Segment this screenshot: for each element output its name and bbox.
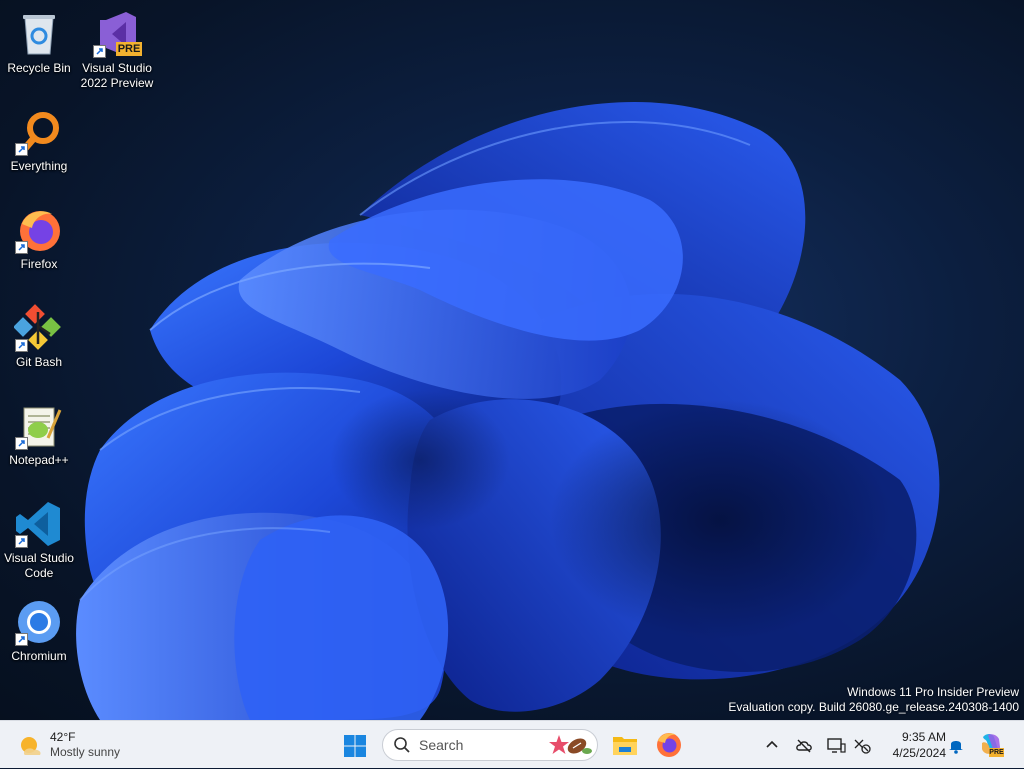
desktop-icon-chromium[interactable]: Chromium [1, 592, 77, 682]
desktop-icon-vscode[interactable]: Visual Studio Code [1, 494, 77, 584]
desktop-icon-recycle-bin[interactable]: Recycle Bin [1, 4, 77, 94]
evaluation-watermark: Windows 11 Pro Insider Preview Evaluatio… [728, 685, 1019, 715]
desktop-icon-git-bash[interactable]: Git Bash [1, 298, 77, 388]
chromium-icon [14, 598, 64, 646]
taskbar-app-file-explorer[interactable] [610, 730, 640, 760]
desktop-icon-visual-studio-preview[interactable]: PRE Visual Studio 2022 Preview [79, 4, 155, 94]
desktop-icon-label: Git Bash [15, 355, 63, 369]
start-button[interactable] [340, 731, 370, 761]
desktop-icon-notepad-plus-plus[interactable]: Notepad++ [1, 396, 77, 486]
desktop-icon-label: Visual Studio 2022 Preview [80, 61, 154, 90]
desktop[interactable]: Recycle Bin PRE Visual Studio 2022 Previ… [0, 0, 1024, 720]
preview-badge: PRE [116, 42, 142, 56]
git-bash-icon [13, 304, 64, 352]
notification-bell-icon[interactable] [946, 735, 966, 755]
shortcut-arrow-icon [15, 633, 28, 646]
recycle-bin-icon [14, 10, 64, 58]
desktop-icon-label: Notepad++ [9, 453, 69, 467]
search-highlight-icon [547, 732, 593, 758]
desktop-icon-label: Everything [10, 159, 68, 173]
clock[interactable]: 9:35 AM 4/25/2024 [880, 729, 946, 761]
search-icon [393, 736, 411, 754]
everything-search-icon [14, 108, 64, 156]
windows-start-icon [344, 735, 366, 757]
network-disconnected-icon[interactable] [852, 735, 872, 755]
desktop-icon-firefox[interactable]: Firefox [1, 200, 77, 290]
shortcut-arrow-icon [15, 241, 28, 254]
desktop-icon-label: Chromium [11, 649, 67, 663]
search-placeholder: Search [419, 737, 464, 753]
watermark-edition: Windows 11 Pro Insider Preview [847, 685, 1019, 699]
chevron-up-icon[interactable] [762, 735, 782, 755]
watermark-build: Evaluation copy. Build 26080.ge_release.… [728, 700, 1019, 714]
display-icon[interactable] [826, 735, 846, 755]
clock-date: 4/25/2024 [892, 746, 946, 760]
taskbar: 42°F Mostly sunny Search PRE 9:35 AM 4/2… [0, 720, 1024, 768]
weather-condition: Mostly sunny [50, 745, 121, 759]
onedrive-offline-icon[interactable] [794, 735, 814, 755]
desktop-icon-label: Firefox [20, 257, 58, 271]
firefox-icon [14, 206, 64, 254]
wallpaper-bloom [76, 101, 940, 720]
desktop-icon-everything[interactable]: Everything [1, 102, 77, 192]
firefox-icon [657, 733, 681, 757]
copilot-icon[interactable]: PRE [978, 731, 1004, 759]
copilot-preview-badge: PRE [989, 748, 1004, 757]
sun-cloud-icon [16, 731, 44, 759]
taskbar-app-firefox[interactable] [654, 730, 684, 760]
shortcut-arrow-icon [15, 143, 28, 156]
clock-time: 9:35 AM [901, 730, 946, 744]
desktop-icon-label: Recycle Bin [7, 61, 71, 75]
shortcut-arrow-icon [15, 535, 28, 548]
weather-temperature: 42°F [50, 730, 76, 744]
shortcut-arrow-icon [15, 437, 28, 450]
weather-widget[interactable]: 42°F Mostly sunny [16, 728, 120, 762]
visual-studio-preview-icon: PRE [92, 10, 142, 58]
shortcut-arrow-icon [15, 339, 28, 352]
desktop-icon-label: Visual Studio Code [4, 551, 74, 580]
vscode-icon [14, 500, 64, 548]
notepad-plus-plus-icon [14, 402, 64, 450]
file-explorer-icon [613, 737, 637, 755]
taskbar-search-box[interactable]: Search [382, 729, 598, 761]
shortcut-arrow-icon [93, 45, 106, 58]
